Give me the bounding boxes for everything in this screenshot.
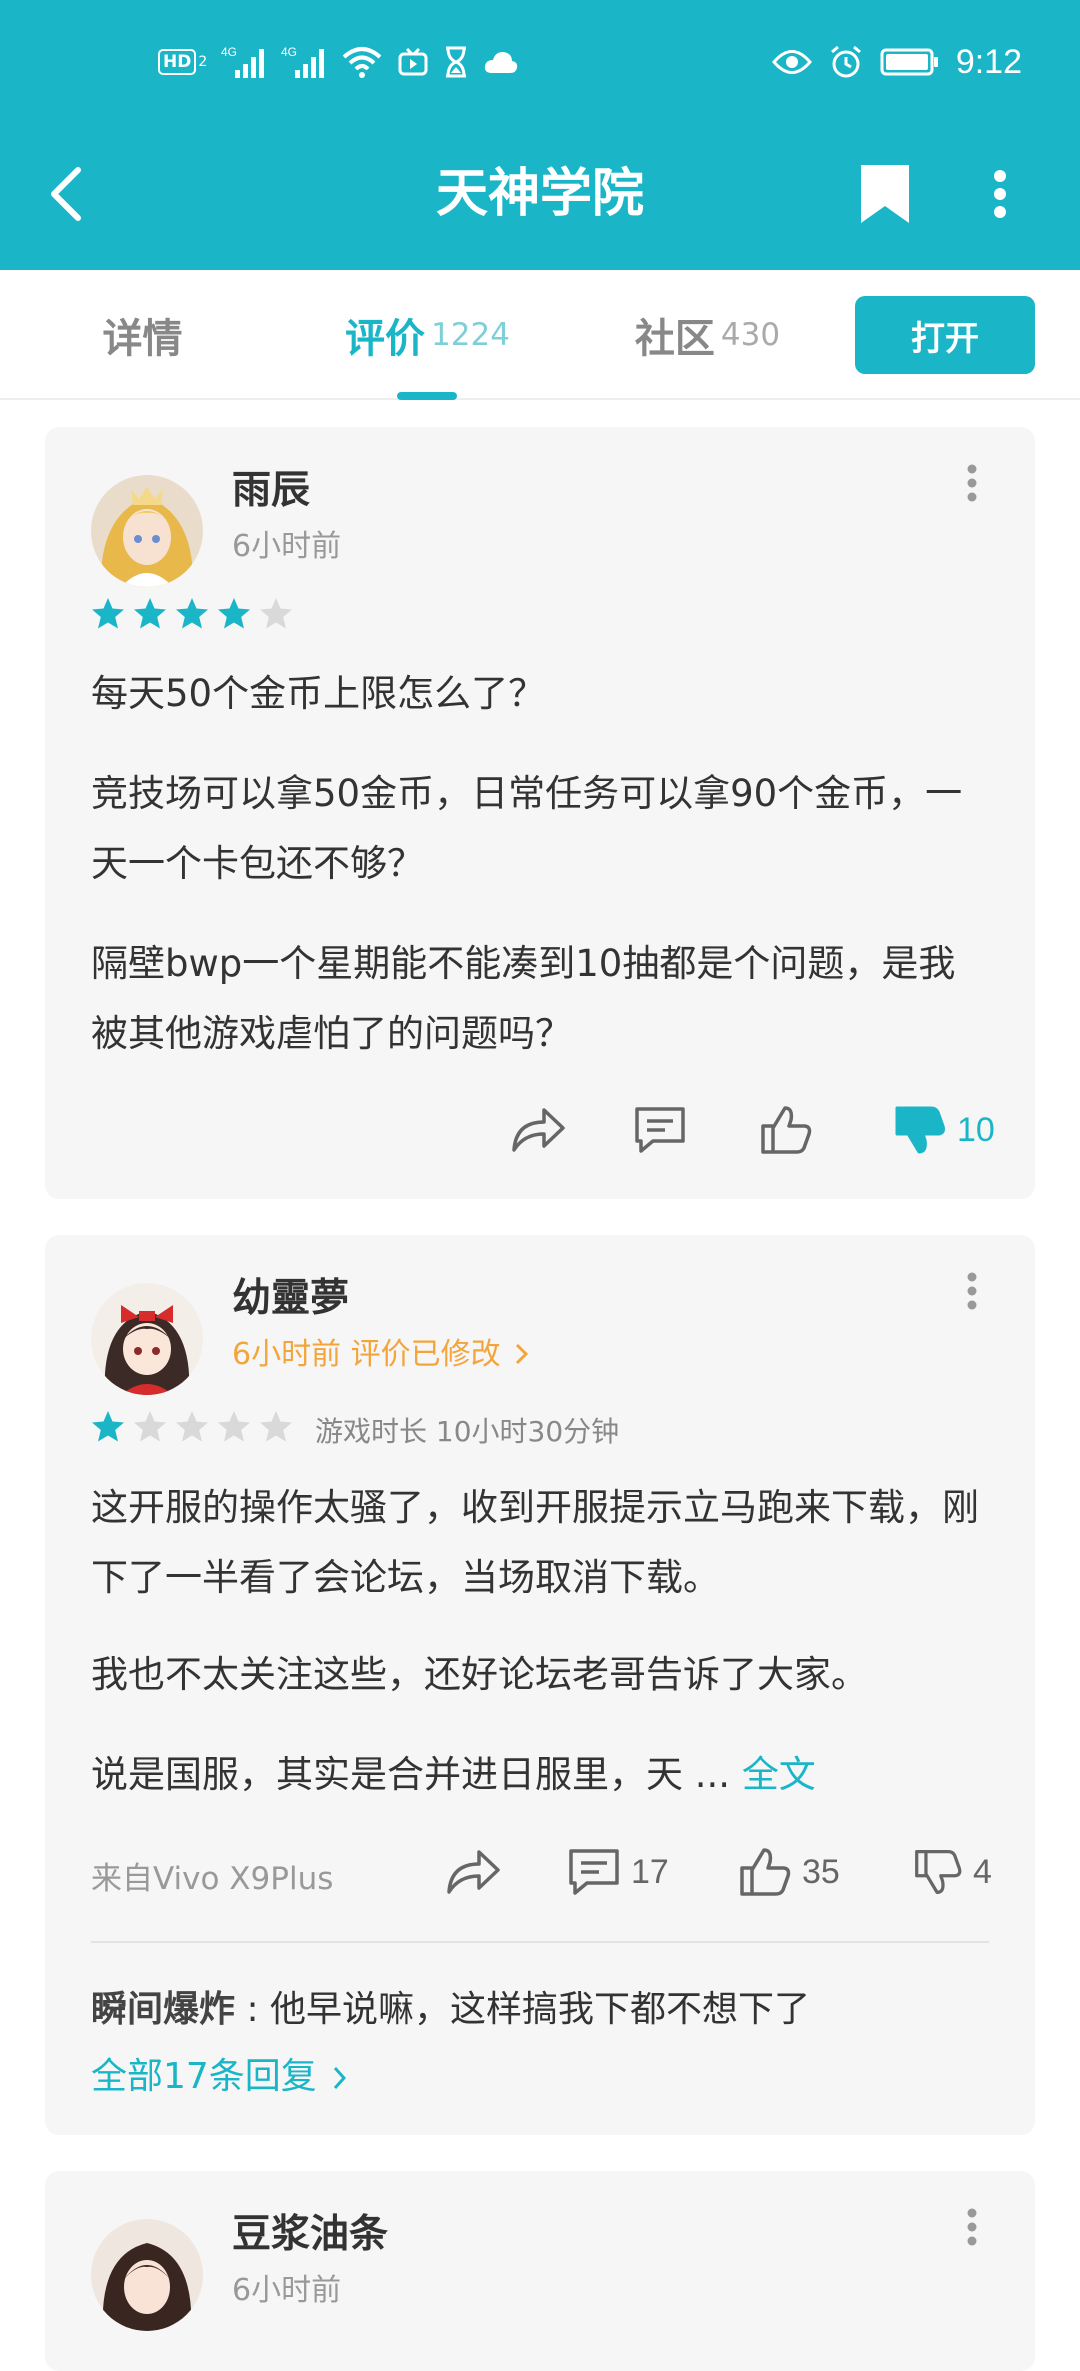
more-options-button[interactable] bbox=[972, 152, 1028, 236]
open-button[interactable]: 打开 bbox=[855, 296, 1035, 374]
dislike-button[interactable]: 10 bbox=[893, 1095, 995, 1165]
review-more-button[interactable] bbox=[957, 2197, 987, 2257]
chevron-right-icon bbox=[334, 2066, 347, 2090]
review-actions: 10 bbox=[45, 1095, 1035, 1165]
signal-4g-icon: 4G bbox=[221, 42, 267, 82]
reviews-count: 1224 bbox=[431, 317, 510, 353]
tab-reviews[interactable]: 评价 1224 bbox=[300, 270, 555, 400]
comment-icon bbox=[569, 1849, 619, 1895]
star-filled-icon bbox=[176, 598, 208, 629]
cloud-icon bbox=[483, 42, 519, 82]
review-card: 豆浆油条 6小时前 bbox=[45, 2171, 1035, 2371]
battery-icon bbox=[880, 42, 940, 82]
status-left: HD 2 4G 4G bbox=[158, 40, 519, 84]
star-empty-icon bbox=[218, 1411, 250, 1442]
dislike-button[interactable]: 4 bbox=[913, 1837, 992, 1907]
svg-text:4G: 4G bbox=[281, 45, 297, 59]
review-actions: 17 35 4 bbox=[45, 1837, 1035, 1907]
thumbs-up-icon bbox=[740, 1848, 791, 1896]
hourglass-icon bbox=[443, 42, 469, 82]
avatar[interactable] bbox=[91, 2219, 203, 2331]
dislike-count: 4 bbox=[973, 1852, 992, 1891]
like-button[interactable]: 35 bbox=[738, 1837, 840, 1907]
tab-community[interactable]: 社区 430 bbox=[590, 270, 825, 400]
eye-icon bbox=[771, 42, 812, 82]
read-more-link[interactable]: 全文 bbox=[742, 1753, 816, 1796]
comment-button[interactable] bbox=[633, 1095, 687, 1165]
tab-details[interactable]: 详情 bbox=[40, 270, 245, 400]
star-filled-icon bbox=[92, 598, 124, 629]
alarm-icon bbox=[828, 42, 864, 82]
star-filled-icon bbox=[218, 598, 250, 629]
share-icon bbox=[512, 1108, 565, 1152]
more-vertical-icon bbox=[967, 2208, 977, 2246]
review-more-button[interactable] bbox=[957, 1261, 987, 1321]
playtime: 游戏时长 10小时30分钟 bbox=[315, 1415, 620, 1448]
like-button[interactable] bbox=[759, 1095, 813, 1165]
more-vertical-icon bbox=[967, 1272, 977, 1310]
review-time: 6小时前 bbox=[232, 529, 342, 564]
username[interactable]: 雨辰 bbox=[232, 459, 310, 515]
review-time-edited[interactable]: 6小时前 评价已修改 bbox=[232, 1329, 530, 1373]
comment-icon bbox=[635, 1107, 685, 1153]
share-icon bbox=[447, 1850, 500, 1894]
thumbs-down-icon bbox=[915, 1850, 962, 1894]
status-right: 9:12 bbox=[771, 40, 1022, 84]
review-card: 雨辰 6小时前 每天50个金币上限怎么了？ 竞技场可以拿50金币，日常任务可以拿… bbox=[45, 427, 1035, 1199]
tv-app-icon bbox=[397, 42, 429, 82]
reply-text: : 他早说嘛，这样搞我下都不想下了 bbox=[235, 1989, 811, 2030]
bookmark-button[interactable] bbox=[855, 152, 915, 236]
share-button[interactable] bbox=[445, 1837, 501, 1907]
review-text: 说是国服，其实是合并进日服里，天 ... 全文 bbox=[91, 1753, 816, 1796]
review-time: 6小时前 bbox=[232, 2273, 342, 2308]
star-empty-icon bbox=[134, 1411, 166, 1442]
page-title: 天神学院 bbox=[435, 164, 644, 224]
chevron-right-icon bbox=[516, 1343, 529, 1365]
username[interactable]: 幼靈夢 bbox=[232, 1267, 349, 1323]
bookmark-icon bbox=[861, 165, 909, 223]
star-empty-icon bbox=[176, 1411, 208, 1442]
star-filled-icon bbox=[92, 1411, 124, 1442]
comment-count: 17 bbox=[631, 1852, 669, 1891]
app-bar: 天神学院 bbox=[0, 124, 1080, 270]
comment-button[interactable]: 17 bbox=[567, 1837, 669, 1907]
tab-bar: 详情 评价 1224 社区 430 打开 bbox=[0, 270, 1080, 400]
reply-username[interactable]: 瞬间爆炸 bbox=[91, 1989, 235, 2030]
review-text: 竞技场可以拿50金币，日常任务可以拿90个金币，一天一个卡包还不够？ bbox=[91, 772, 963, 885]
all-replies-link[interactable]: 全部17条回复 bbox=[91, 2047, 348, 2099]
community-count: 430 bbox=[720, 317, 781, 353]
active-tab-indicator bbox=[397, 392, 457, 400]
review-text: 这开服的操作太骚了，收到开服提示立马跑来下载，刚下了一半看了会论坛，当场取消下载… bbox=[91, 1486, 979, 1599]
rating-stars bbox=[91, 1410, 293, 1444]
review-text: 每天50个金币上限怎么了？ bbox=[91, 672, 546, 715]
svg-text:4G: 4G bbox=[221, 45, 237, 59]
hd-icon: HD 2 bbox=[158, 42, 207, 82]
clock: 9:12 bbox=[955, 42, 1022, 81]
avatar[interactable] bbox=[91, 475, 203, 587]
dislike-count: 10 bbox=[957, 1110, 995, 1149]
username[interactable]: 豆浆油条 bbox=[232, 2203, 388, 2259]
thumbs-up-icon bbox=[761, 1106, 812, 1154]
signal-4g-icon-2: 4G bbox=[281, 42, 327, 82]
star-empty-icon bbox=[260, 1411, 292, 1442]
review-text: 隔壁bwp一个星期能不能凑到10抽都是个问题，是我被其他游戏虐怕了的问题吗？ bbox=[91, 942, 956, 1055]
review-more-button[interactable] bbox=[957, 453, 987, 513]
more-vertical-icon bbox=[994, 170, 1006, 218]
star-filled-icon bbox=[134, 598, 166, 629]
more-vertical-icon bbox=[967, 464, 977, 502]
status-bar: HD 2 4G 4G 9:12 bbox=[0, 0, 1080, 124]
divider bbox=[91, 1941, 989, 1943]
review-card: 幼靈夢 6小时前 评价已修改 游戏时长 10小时30分钟 这开服的操作太骚了，收… bbox=[45, 1235, 1035, 2135]
review-text: 我也不太关注这些，还好论坛老哥告诉了大家。 bbox=[91, 1653, 868, 1696]
avatar[interactable] bbox=[91, 1283, 203, 1395]
like-count: 35 bbox=[802, 1852, 840, 1891]
share-button[interactable] bbox=[510, 1095, 566, 1165]
rating-stars bbox=[91, 597, 293, 631]
top-reply: 瞬间爆炸 : 他早说嘛，这样搞我下都不想下了 bbox=[91, 1980, 991, 2032]
wifi-icon bbox=[341, 42, 383, 82]
star-empty-icon bbox=[260, 598, 292, 629]
thumbs-down-icon bbox=[895, 1106, 945, 1154]
